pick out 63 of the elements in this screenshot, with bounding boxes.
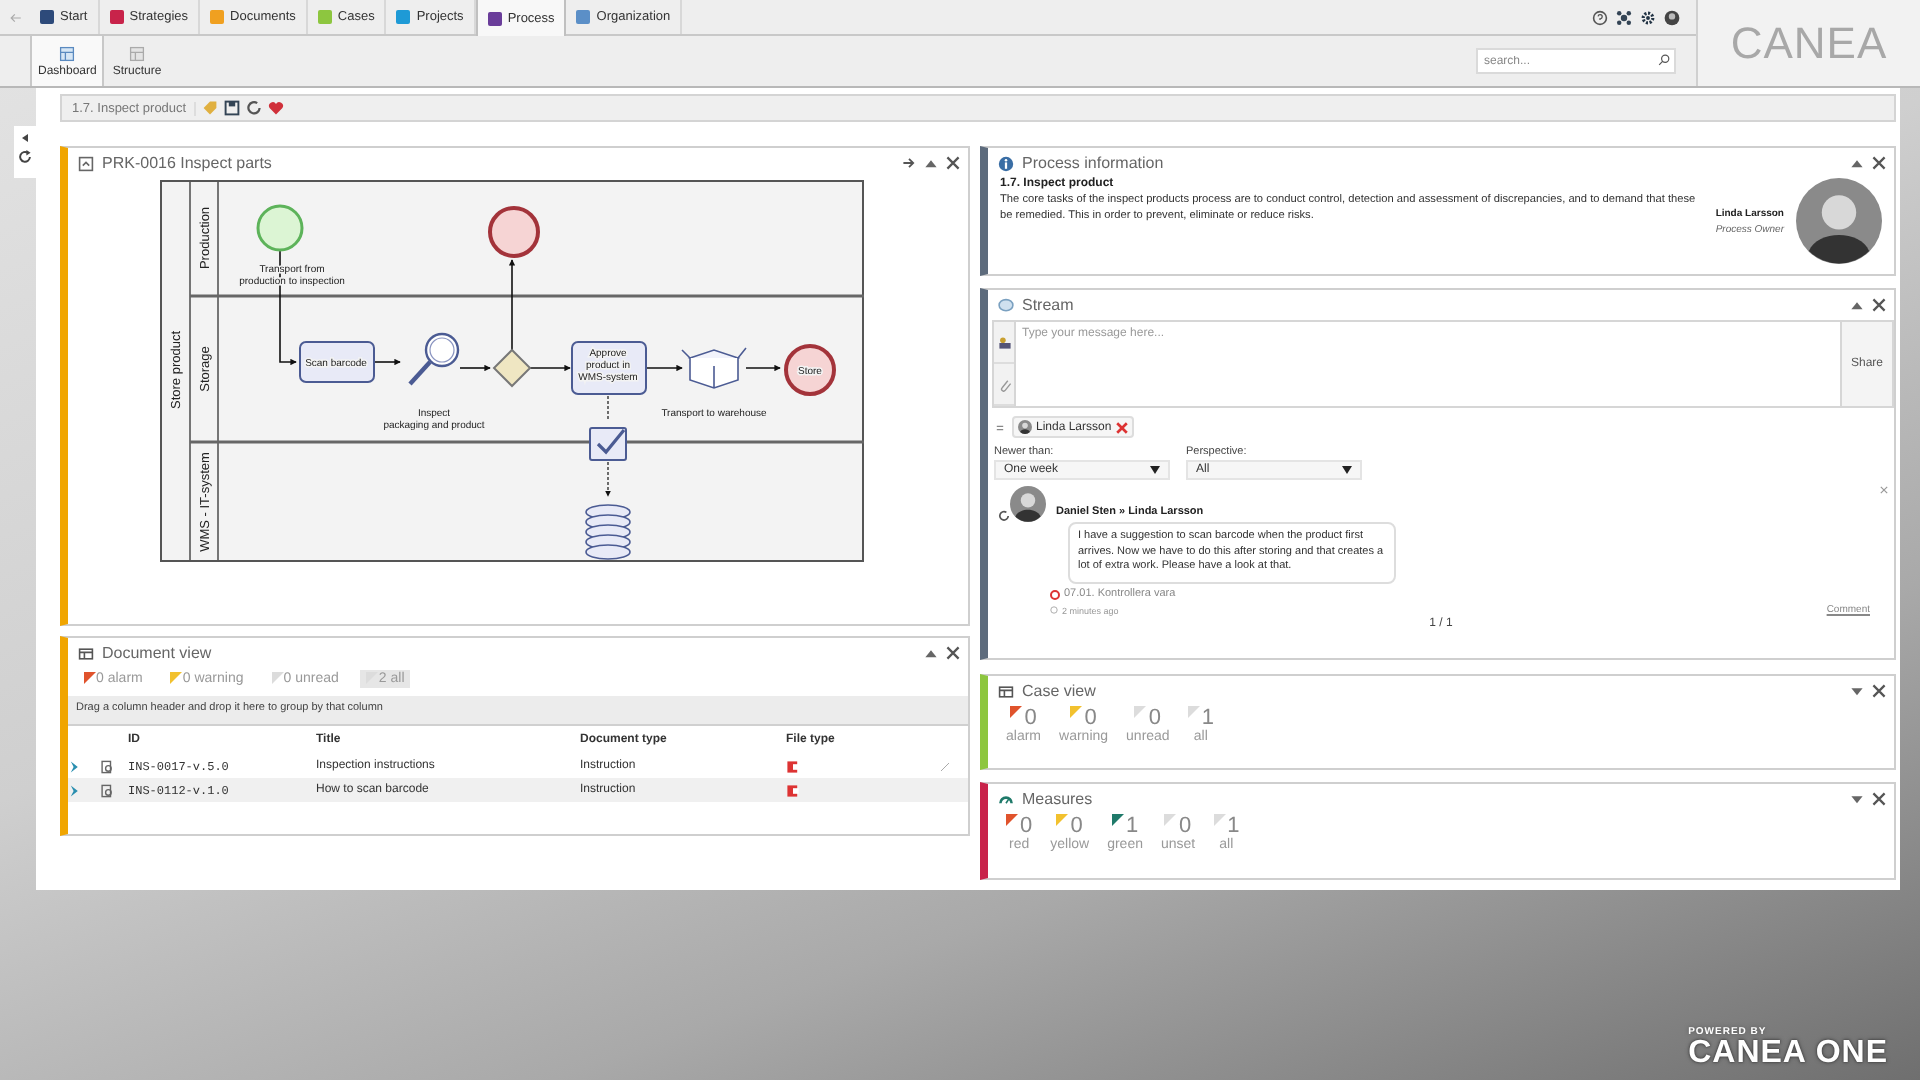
close-icon[interactable] <box>1872 298 1886 312</box>
close-icon[interactable] <box>1872 684 1886 698</box>
info-icon <box>998 155 1014 171</box>
gateway-diamond <box>492 348 532 388</box>
clock-icon <box>1050 606 1058 615</box>
expand-caret-icon[interactable] <box>924 646 938 660</box>
user-avatar-icon[interactable] <box>1664 9 1680 25</box>
close-icon[interactable] <box>946 156 960 170</box>
help-icon[interactable] <box>1592 9 1608 25</box>
close-icon[interactable] <box>946 646 960 660</box>
document-icon <box>100 759 114 773</box>
table-icon <box>78 645 94 661</box>
panel-title: PRK-0016 Inspect parts <box>102 154 274 172</box>
arrow-right-icon[interactable] <box>902 156 916 170</box>
expand-caret-icon[interactable] <box>1850 156 1864 170</box>
flow-arrow <box>459 364 491 372</box>
structure-icon <box>128 45 147 61</box>
settings-icon[interactable] <box>1640 9 1656 25</box>
search-icon <box>1658 54 1670 66</box>
flow-arrow <box>645 364 683 372</box>
panel-title: Process information <box>1022 154 1166 172</box>
logo: CANEA <box>1730 17 1888 69</box>
flow-arrow <box>373 358 401 366</box>
document-icon <box>100 783 114 797</box>
panel-title: Stream <box>1022 296 1076 314</box>
heart-icon[interactable] <box>268 100 285 116</box>
flow-arrow <box>529 364 571 372</box>
owner-avatar <box>1796 178 1882 264</box>
collapse-icon[interactable] <box>996 423 1004 431</box>
collapse-caret-icon[interactable] <box>1850 792 1864 806</box>
chat-bubble-icon <box>998 297 1014 313</box>
box-icon <box>681 347 747 389</box>
paperclip-icon[interactable] <box>997 377 1011 391</box>
panel-title: Case view <box>1022 682 1098 700</box>
magnifier-icon <box>408 332 460 386</box>
refresh-icon[interactable] <box>246 100 263 116</box>
table-icon <box>998 683 1014 699</box>
refresh-icon[interactable] <box>18 150 32 164</box>
checked-document-icon <box>589 427 627 461</box>
save-icon[interactable] <box>224 100 241 116</box>
collapse-arrow-icon[interactable] <box>20 132 30 144</box>
flow-arrow <box>508 259 516 351</box>
caret-icon <box>1150 466 1160 474</box>
caret-icon <box>1342 466 1352 474</box>
dashboard-icon <box>58 45 77 61</box>
association-arrow <box>605 395 611 497</box>
author-avatar <box>1010 486 1046 522</box>
collapse-caret-icon[interactable] <box>1850 684 1864 698</box>
expand-caret-icon[interactable] <box>924 156 938 170</box>
remove-icon[interactable] <box>1115 421 1128 433</box>
people-icon[interactable] <box>997 335 1011 349</box>
refresh-icon[interactable] <box>998 510 1010 522</box>
expand-caret-icon[interactable] <box>1850 298 1864 312</box>
gauge-icon <box>998 791 1014 807</box>
panel-title: Document view <box>102 644 214 662</box>
diagram-icon <box>78 155 94 171</box>
panel-title: Measures <box>1022 790 1095 808</box>
flow-arrow <box>745 364 781 372</box>
start-event <box>256 204 304 252</box>
close-icon[interactable] <box>1872 156 1886 170</box>
network-icon[interactable] <box>1616 9 1632 25</box>
brand-logo: CANEA ONE <box>1688 1038 1888 1070</box>
close-icon[interactable] <box>1872 792 1886 806</box>
